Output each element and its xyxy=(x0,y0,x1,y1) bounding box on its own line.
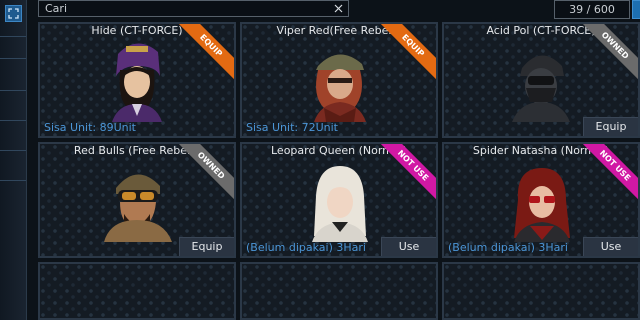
character-portrait-acid-pol xyxy=(512,55,570,122)
next-page-button[interactable] xyxy=(632,0,640,19)
character-portrait-spider-natasha xyxy=(514,168,570,242)
character-card-leopard-queen[interactable]: Leopard Queen (Normal) NOT USE (Belum di… xyxy=(240,142,438,258)
equip-button[interactable]: Equip xyxy=(179,237,234,256)
search-placeholder: Cari xyxy=(45,2,67,15)
expiry-info: (Belum dipakai) 3Hari xyxy=(246,241,366,254)
divider xyxy=(0,90,26,91)
character-card-empty xyxy=(240,262,438,320)
remaining-units: Sisa Unit: 89Unit xyxy=(44,121,136,134)
character-card-hide[interactable]: Hide (CT-FORCE) EQUIP Sisa Unit: 89Unit xyxy=(38,22,236,138)
character-card-empty xyxy=(442,262,640,320)
clear-search-icon[interactable] xyxy=(332,2,345,15)
divider xyxy=(0,150,26,151)
character-card-red-bulls[interactable]: Red Bulls (Free Rebels) OWNED Equip xyxy=(38,142,236,258)
divider xyxy=(0,180,26,181)
remaining-units: Sisa Unit: 72Unit xyxy=(246,121,338,134)
use-button[interactable]: Use xyxy=(583,237,638,256)
search-input[interactable]: Cari xyxy=(38,0,349,17)
character-card-acid-pol[interactable]: Acid Pol (CT-FORCE) OWNED Equip xyxy=(442,22,640,138)
use-button[interactable]: Use xyxy=(381,237,436,256)
character-portrait-viper-red xyxy=(314,54,366,122)
left-side-panel xyxy=(0,0,27,320)
expiry-info: (Belum dipakai) 3Hari xyxy=(448,241,568,254)
character-card-empty xyxy=(38,262,236,320)
page-counter: 39 / 600 xyxy=(554,0,630,19)
character-portrait-red-bulls xyxy=(104,174,172,242)
character-portrait-leopard-queen xyxy=(312,166,368,242)
divider xyxy=(0,120,26,121)
divider xyxy=(0,58,26,59)
character-card-spider-natasha[interactable]: Spider Natasha (Normal) NOT USE (Belum d… xyxy=(442,142,640,258)
character-card-viper-red[interactable]: Viper Red(Free Rebels) EQUIP Sisa Unit: … xyxy=(240,22,438,138)
equip-button[interactable]: Equip xyxy=(583,117,638,136)
character-portrait-hide xyxy=(112,43,162,122)
expand-icon[interactable] xyxy=(5,5,22,22)
divider xyxy=(0,36,26,37)
